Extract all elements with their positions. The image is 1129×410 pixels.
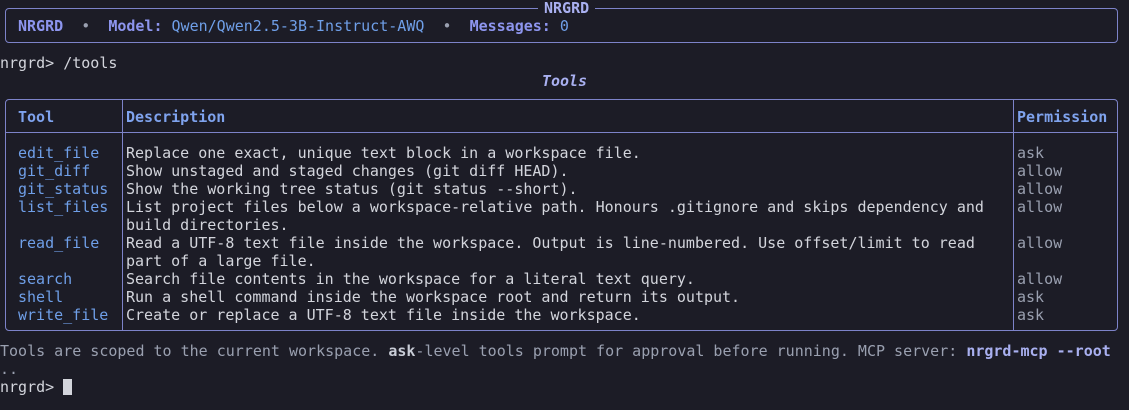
- column-divider: [1013, 100, 1014, 330]
- mcp-command: nrgrd-mcp --root: [966, 342, 1111, 360]
- text-cursor: [63, 379, 73, 395]
- footer-wrap: ..: [0, 360, 19, 378]
- tool-permission: ask: [1017, 306, 1045, 324]
- tool-permission: allow: [1017, 234, 1063, 252]
- model-value: Qwen/Qwen2.5-3B-Instruct-AWQ: [171, 17, 425, 35]
- column-header-description: Description: [126, 108, 226, 126]
- tool-name: read_file: [18, 234, 100, 252]
- tool-name: search: [18, 270, 73, 288]
- messages-label: Messages:: [469, 17, 551, 35]
- messages-count: 0: [559, 17, 569, 35]
- column-header-permission: Permission: [1017, 108, 1108, 126]
- header-info: NRGRD • Model: Qwen/Qwen2.5-3B-Instruct-…: [18, 17, 569, 35]
- column-divider: [122, 100, 123, 330]
- command-line: nrgrd> /tools: [0, 54, 118, 72]
- footer-text: -level tools prompt for approval before …: [415, 342, 967, 360]
- status-header: NRGRD NRGRD • Model: Qwen/Qwen2.5-3B-Ins…: [5, 0, 1118, 43]
- footer-ask: ask: [388, 342, 416, 360]
- tool-description: Replace one exact, unique text block in …: [126, 144, 641, 162]
- footer-note: Tools are scoped to the current workspac…: [0, 342, 1111, 360]
- tool-name: list_files: [18, 198, 109, 216]
- footer-text: Tools are scoped to the current workspac…: [0, 342, 389, 360]
- tool-description: Create or replace a UTF-8 text file insi…: [126, 306, 641, 324]
- tool-description: part of a large file.: [126, 252, 316, 270]
- app-name: NRGRD: [18, 17, 64, 35]
- tool-description: Search file contents in the workspace fo…: [126, 270, 695, 288]
- tool-description: Show unstaged and staged changes (git di…: [126, 162, 569, 180]
- tool-name: write_file: [18, 306, 109, 324]
- tool-permission: allow: [1017, 198, 1063, 216]
- tool-description: List project files below a workspace-rel…: [126, 198, 984, 216]
- tool-permission: ask: [1017, 288, 1045, 306]
- header-title: NRGRD: [538, 0, 596, 16]
- tool-description: build directories.: [126, 216, 289, 234]
- model-label: Model:: [108, 17, 163, 35]
- tool-permission: ask: [1017, 144, 1045, 162]
- tool-permission: allow: [1017, 270, 1063, 288]
- tool-permission: allow: [1017, 162, 1063, 180]
- tool-name: git_status: [18, 180, 109, 198]
- prompt-label: nrgrd>: [0, 378, 64, 396]
- table-caption: Tools: [541, 72, 588, 90]
- separator: •: [442, 17, 452, 35]
- tool-permission: allow: [1017, 180, 1063, 198]
- tools-table: Tool Description Permission edit_file Rep…: [5, 99, 1118, 331]
- header-divider: [6, 132, 1117, 133]
- tool-description: Run a shell command inside the workspace…: [126, 288, 741, 306]
- tool-description: Read a UTF-8 text file inside the worksp…: [126, 234, 975, 252]
- column-header-tool: Tool: [18, 108, 55, 126]
- tool-description: Show the working tree status (git status…: [126, 180, 578, 198]
- tool-name: edit_file: [18, 144, 100, 162]
- input-prompt[interactable]: nrgrd>: [0, 378, 73, 396]
- separator: •: [81, 17, 91, 35]
- tool-name: shell: [18, 288, 64, 306]
- tool-name: git_diff: [18, 162, 91, 180]
